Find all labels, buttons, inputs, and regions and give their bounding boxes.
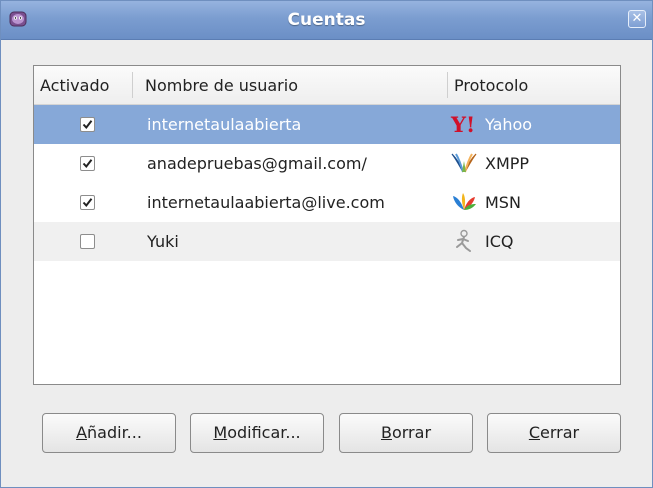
accounts-window: Cuentas ✕ Activado Nombre de usuario Pro… xyxy=(0,0,653,488)
msn-icon xyxy=(453,193,476,210)
close-button-label: errar xyxy=(540,423,580,442)
icq-icon xyxy=(456,229,471,252)
account-row[interactable]: internetaulaabierta Y! Yahoo xyxy=(34,105,620,144)
close-button-mnemonic: C xyxy=(528,423,541,442)
modify-button[interactable]: Modificar... xyxy=(190,413,324,453)
window-title: Cuentas xyxy=(287,10,366,30)
account-protocol: MSN xyxy=(485,193,521,212)
close-window-button[interactable]: ✕ xyxy=(628,10,646,28)
accounts-list[interactable]: Activado Nombre de usuario Protocolo int… xyxy=(33,65,621,385)
account-row[interactable]: Yuki ICQ xyxy=(34,222,620,261)
delete-button-mnemonic: B xyxy=(380,423,392,442)
svg-text:Y!: Y! xyxy=(450,112,475,136)
account-protocol: Yahoo xyxy=(485,115,533,134)
checkmark-icon xyxy=(82,120,93,130)
modify-button-label: odificar... xyxy=(227,423,301,442)
close-button[interactable]: Cerrar xyxy=(487,413,621,453)
close-icon: ✕ xyxy=(631,11,643,26)
account-username: Yuki xyxy=(147,232,179,251)
column-enabled[interactable]: Activado xyxy=(34,66,132,104)
enabled-checkbox[interactable] xyxy=(80,117,95,132)
checkmark-icon xyxy=(82,159,93,169)
add-button-mnemonic: A xyxy=(76,423,88,442)
modify-button-mnemonic: M xyxy=(213,423,228,442)
account-username: anadepruebas@gmail.com/ xyxy=(147,154,367,173)
column-username[interactable]: Nombre de usuario xyxy=(139,66,444,104)
column-divider xyxy=(132,72,133,98)
account-row[interactable]: anadepruebas@gmail.com/ XMPP xyxy=(34,144,620,183)
account-username: internetaulaabierta xyxy=(147,115,302,134)
account-row[interactable]: internetaulaabierta@live.com MSN xyxy=(34,183,620,222)
delete-button-label: orrar xyxy=(391,423,432,442)
add-button[interactable]: Añadir... xyxy=(42,413,176,453)
yahoo-icon: Y! xyxy=(450,112,475,136)
list-header: Activado Nombre de usuario Protocolo xyxy=(34,66,620,105)
checkmark-icon xyxy=(82,198,93,208)
xmpp-icon xyxy=(451,153,477,173)
column-protocol[interactable]: Protocolo xyxy=(448,66,618,104)
delete-button[interactable]: Borrar xyxy=(339,413,473,453)
account-username: internetaulaabierta@live.com xyxy=(147,193,385,212)
enabled-checkbox[interactable] xyxy=(80,234,95,249)
add-button-label: ñadir... xyxy=(87,423,142,442)
enabled-checkbox[interactable] xyxy=(80,195,95,210)
account-protocol: ICQ xyxy=(485,232,514,251)
title-bar[interactable]: Cuentas ✕ xyxy=(1,1,652,40)
account-protocol: XMPP xyxy=(485,154,530,173)
enabled-checkbox[interactable] xyxy=(80,156,95,171)
